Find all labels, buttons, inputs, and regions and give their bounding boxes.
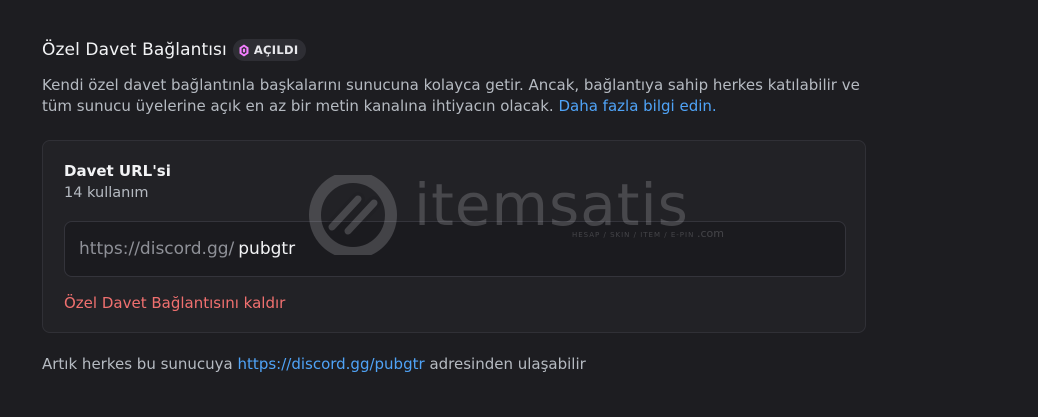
vanity-url-link[interactable]: https://discord.gg/pubgtr	[238, 355, 425, 373]
section-description: Kendi özel davet bağlantınla başkalarını…	[42, 75, 872, 117]
remove-vanity-url-button[interactable]: Özel Davet Bağlantısını kaldır	[64, 294, 285, 312]
boost-gem-icon	[239, 44, 249, 56]
learn-more-link[interactable]: Daha fazla bilgi edin.	[558, 97, 716, 115]
unlocked-badge: AÇILDI	[232, 39, 307, 61]
footer-note: Artık herkes bu sunucuya https://discord…	[42, 355, 586, 373]
vanity-url-field[interactable]: https://discord.gg/	[64, 221, 846, 277]
invite-url-card: Davet URL'si 14 kullanım https://discord…	[42, 140, 866, 333]
footer-text-after: adresinden ulaşabilir	[429, 355, 586, 373]
description-text: Kendi özel davet bağlantınla başkalarını…	[42, 76, 860, 115]
section-title: Özel Davet Bağlantısı	[42, 40, 227, 60]
invite-url-title: Davet URL'si	[64, 162, 171, 180]
vanity-url-settings-page: Özel Davet Bağlantısı AÇILDI Kendi özel …	[0, 0, 1038, 417]
url-prefix: https://discord.gg/	[79, 239, 235, 259]
invite-uses-count: 14 kullanım	[64, 185, 149, 201]
section-header: Özel Davet Bağlantısı AÇILDI	[42, 39, 307, 61]
footer-text-before: Artık herkes bu sunucuya	[42, 355, 233, 373]
vanity-code-input[interactable]	[238, 239, 639, 259]
badge-label: AÇILDI	[253, 43, 299, 57]
